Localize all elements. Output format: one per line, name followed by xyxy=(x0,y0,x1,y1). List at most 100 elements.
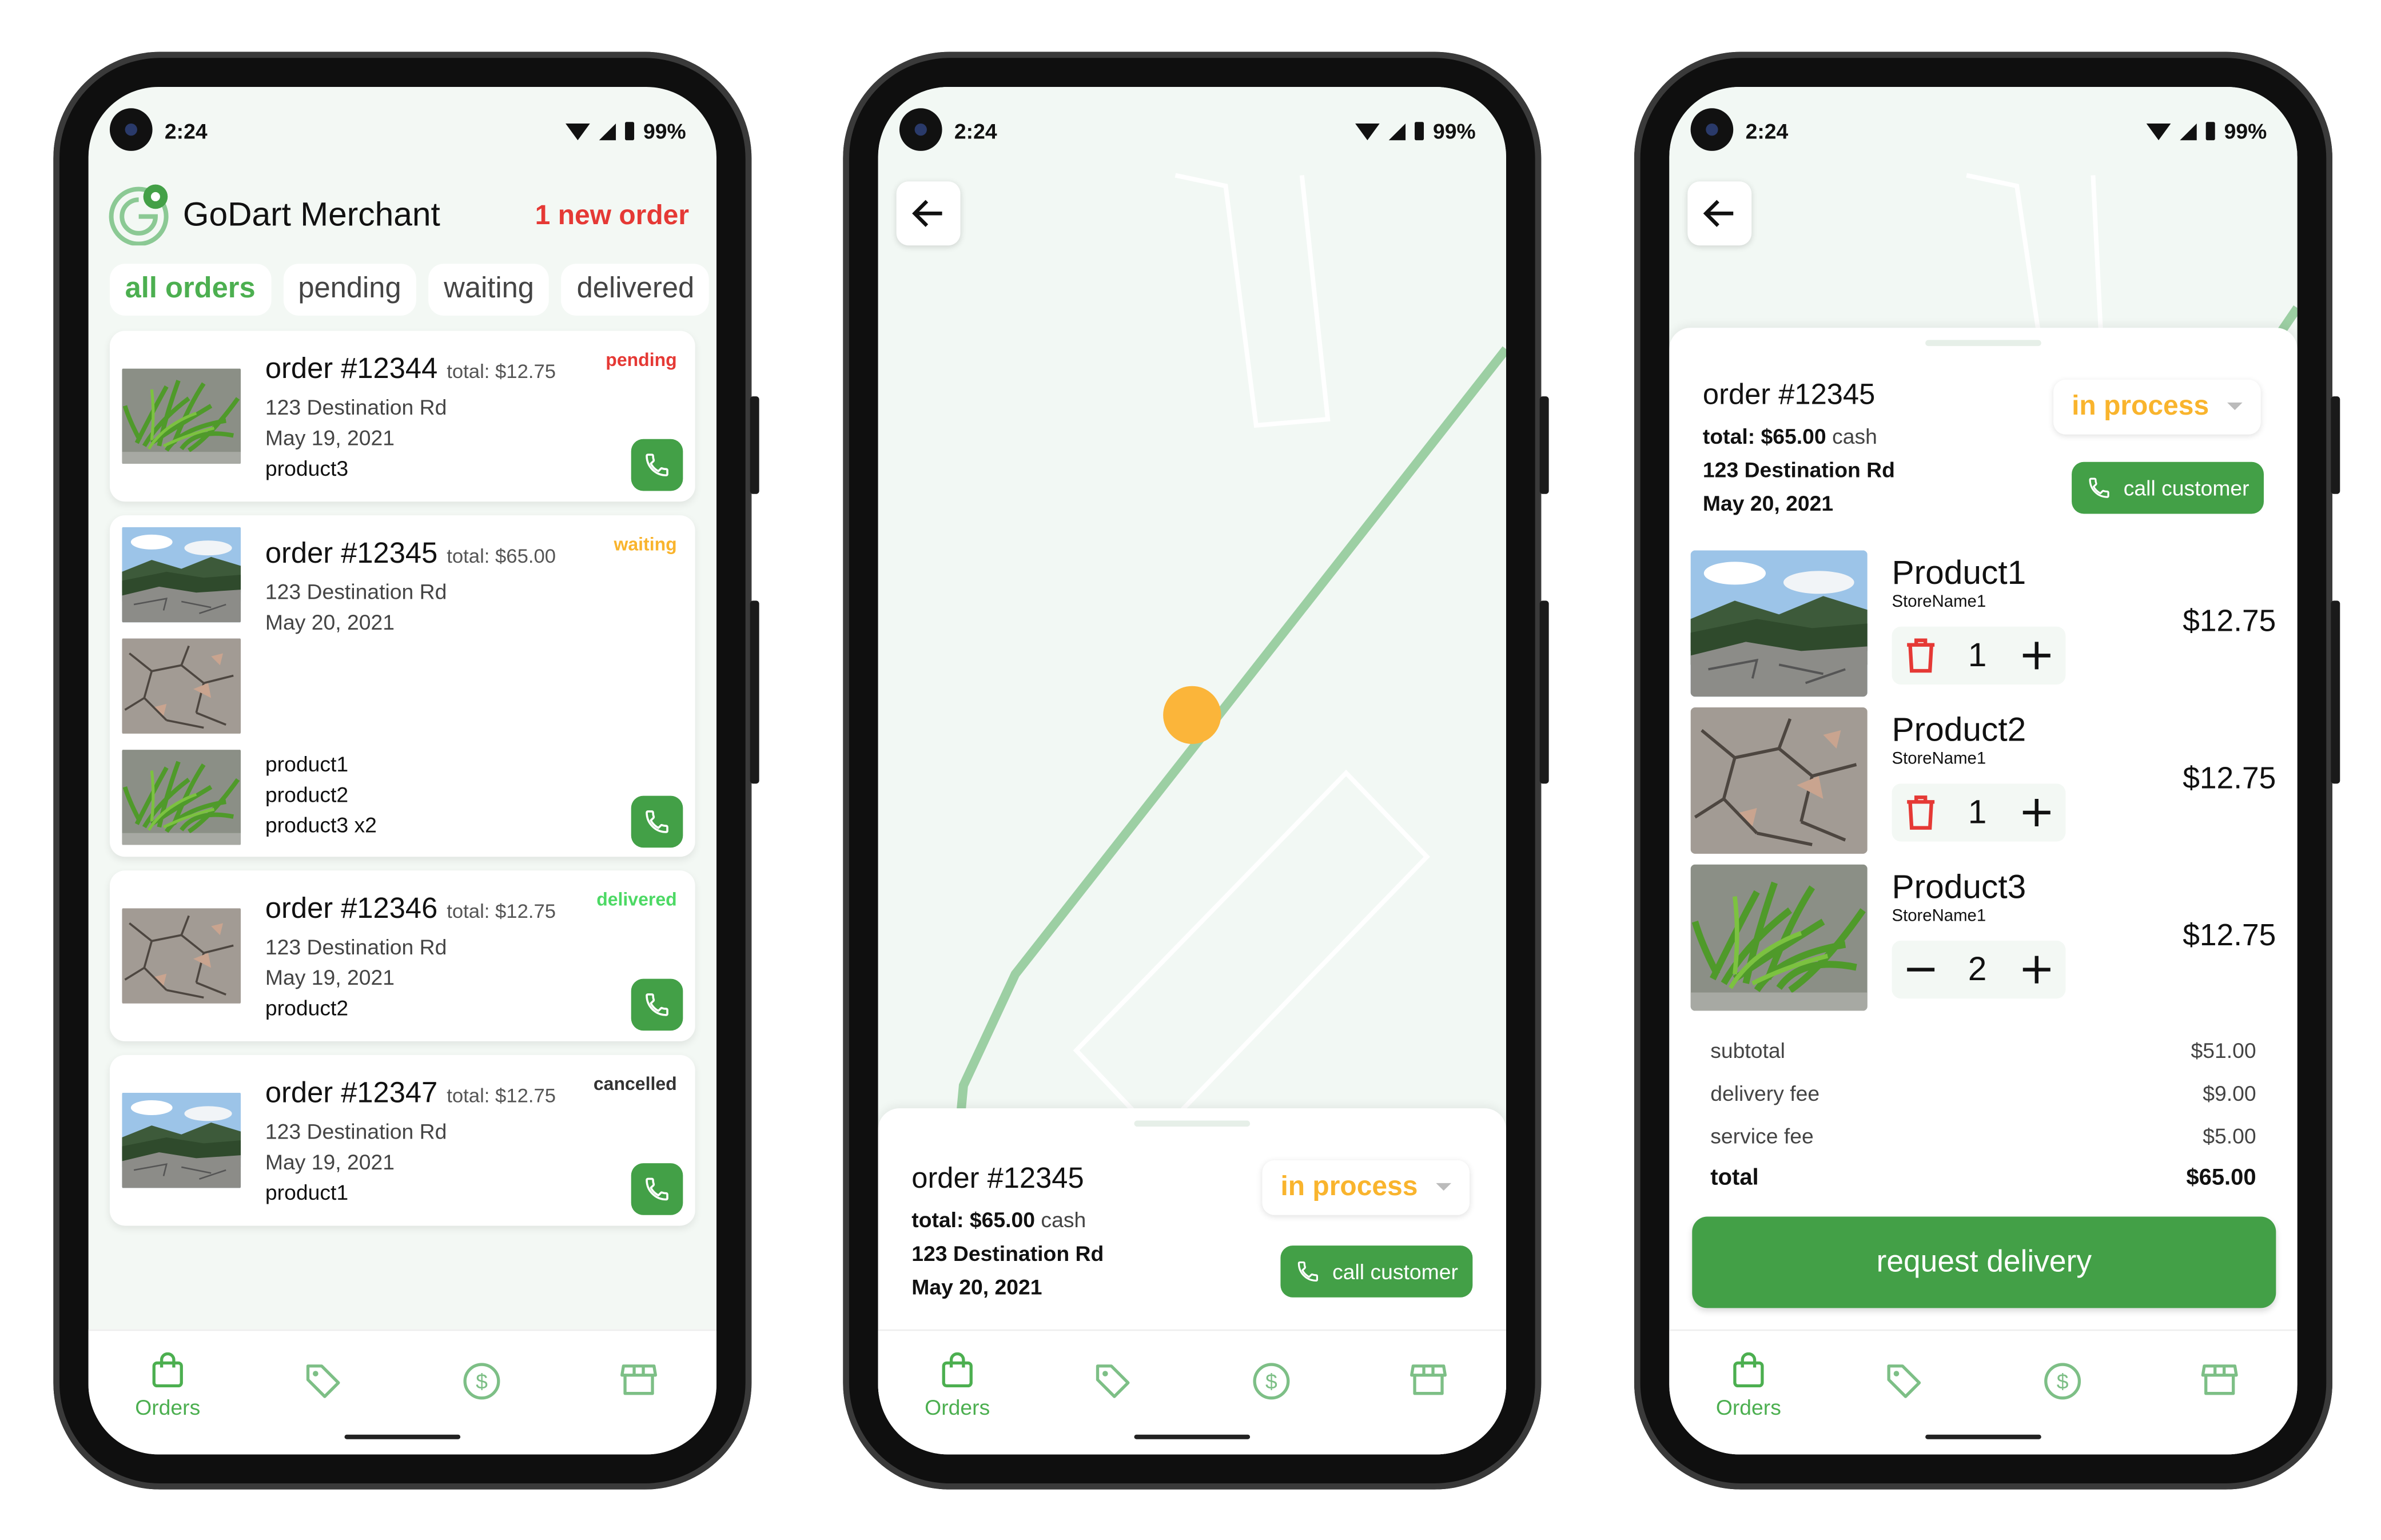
order-address: 123 Destination Rd xyxy=(1702,457,1895,482)
product-price: $12.75 xyxy=(2183,605,2276,639)
product-name: Product1 xyxy=(1892,553,2026,592)
order-card[interactable]: order #12345 total: $65.00 waiting 123 De… xyxy=(109,515,695,857)
sheet-handle[interactable] xyxy=(1925,340,2041,347)
home-indicator[interactable] xyxy=(1925,1434,2041,1439)
product-image xyxy=(122,368,241,465)
order-product: product3 x2 xyxy=(265,812,377,837)
bag-icon xyxy=(1733,1352,1764,1388)
nav-store[interactable] xyxy=(2174,1362,2265,1404)
store-name: StoreName1 xyxy=(1892,907,1986,926)
camera-icon xyxy=(899,108,942,151)
wifi-icon xyxy=(2146,122,2171,140)
order-address: 123 Destination Rd xyxy=(265,1119,447,1144)
new-order-alert[interactable]: 1 new order xyxy=(535,200,689,232)
status-time: 2:24 xyxy=(954,118,997,144)
total-value: $65.00 xyxy=(2186,1164,2256,1191)
signal-icon xyxy=(1388,122,1405,140)
product-image xyxy=(122,907,241,1005)
order-number: order #12345 total: $65.00 xyxy=(265,538,556,571)
order-product: product2 xyxy=(265,782,349,807)
service-fee-row: service fee $5.00 xyxy=(1710,1124,2256,1148)
call-button[interactable] xyxy=(631,439,683,491)
plus-icon[interactable] xyxy=(2020,796,2053,830)
status-select[interactable]: in process xyxy=(2053,379,2261,435)
payment-method: cash xyxy=(1041,1207,1086,1232)
order-card[interactable]: order #12344 total: $12.75 pending 123 De… xyxy=(109,331,695,502)
nav-products[interactable] xyxy=(1858,1362,1950,1407)
sheet-handle[interactable] xyxy=(1134,1120,1251,1127)
order-number: order #12346 total: $12.75 xyxy=(265,893,556,926)
nav-orders[interactable]: Orders xyxy=(1703,1352,1794,1419)
order-date: May 20, 2021 xyxy=(1702,491,1834,516)
order-date: May 19, 2021 xyxy=(265,425,395,450)
back-button[interactable] xyxy=(1687,181,1752,246)
phone-icon xyxy=(1296,1259,1320,1284)
call-customer-label: call customer xyxy=(1332,1259,1458,1284)
trash-icon[interactable] xyxy=(1904,794,1938,831)
call-button[interactable] xyxy=(631,795,683,848)
plus-icon[interactable] xyxy=(2020,639,2053,672)
arrow-left-icon xyxy=(1703,200,1734,227)
nav-products[interactable] xyxy=(277,1362,369,1407)
order-product: product1 xyxy=(265,751,349,776)
tag-icon xyxy=(1887,1364,1921,1398)
tab-delivered[interactable]: delivered xyxy=(561,264,710,316)
order-card[interactable]: order #12347 total: $12.75 cancelled 123 … xyxy=(109,1054,695,1226)
order-date: May 20, 2021 xyxy=(265,610,395,635)
trash-icon[interactable] xyxy=(1904,637,1938,674)
quantity-value: 1 xyxy=(1968,793,1987,831)
nav-orders[interactable]: Orders xyxy=(911,1352,1003,1419)
tab-pending[interactable]: pending xyxy=(282,264,417,316)
order-address: 123 Destination Rd xyxy=(265,395,447,420)
call-button[interactable] xyxy=(631,978,683,1031)
tab-all-orders[interactable]: all orders xyxy=(109,264,271,316)
battery-icon xyxy=(624,122,634,141)
phone-frame-map: 2:24 99% order #12345 total: $65.00 cash… xyxy=(843,51,1549,1490)
nav-orders-label: Orders xyxy=(1715,1395,1781,1420)
tab-waiting[interactable]: waiting xyxy=(428,264,550,316)
subtotal-value: $51.00 xyxy=(2191,1038,2256,1063)
call-customer-button[interactable]: call customer xyxy=(1280,1245,1473,1298)
bottom-nav: Orders $ xyxy=(878,1329,1507,1455)
status-select[interactable]: in process xyxy=(1262,1160,1470,1215)
back-button[interactable] xyxy=(896,181,961,246)
order-number: order #12347 total: $12.75 xyxy=(265,1077,556,1110)
phone-icon xyxy=(2087,476,2112,500)
bottom-nav: Orders $ xyxy=(1669,1329,2298,1455)
store-name: StoreName1 xyxy=(1892,750,1986,769)
call-button[interactable] xyxy=(631,1163,683,1215)
nav-store[interactable] xyxy=(593,1362,684,1404)
product-image xyxy=(122,526,241,624)
minus-icon[interactable] xyxy=(1904,953,1938,986)
product-name: Product2 xyxy=(1892,710,2026,749)
nav-orders[interactable]: Orders xyxy=(122,1352,213,1419)
nav-products[interactable] xyxy=(1067,1362,1158,1407)
arrow-left-icon xyxy=(912,200,942,227)
product-image xyxy=(1691,550,1868,697)
nav-earnings[interactable]: $ xyxy=(1225,1362,1317,1407)
map-screen: 2:24 99% order #12345 total: $65.00 cash… xyxy=(878,86,1507,1455)
plus-icon[interactable] xyxy=(2020,953,2053,986)
bottom-nav: Orders $ xyxy=(88,1329,717,1455)
caret-down-icon xyxy=(1436,1183,1452,1191)
nav-store[interactable] xyxy=(1383,1362,1474,1404)
order-number: order #12345 xyxy=(1702,379,1876,412)
quantity-value: 2 xyxy=(1968,949,1987,988)
quantity-stepper: 1 xyxy=(1892,783,2066,842)
quantity-stepper: 2 xyxy=(1892,940,2066,999)
order-date: May 19, 2021 xyxy=(265,965,395,990)
nav-earnings[interactable]: $ xyxy=(2017,1362,2108,1407)
order-date: May 19, 2021 xyxy=(265,1149,395,1174)
order-card[interactable]: order #12346 total: $12.75 delivered 123 … xyxy=(109,870,695,1041)
svg-text:$: $ xyxy=(476,1370,488,1394)
home-indicator[interactable] xyxy=(1134,1434,1251,1439)
order-address: 123 Destination Rd xyxy=(265,579,447,604)
call-customer-button[interactable]: call customer xyxy=(2072,461,2264,514)
order-detail-screen: 2:24 99% order #12345 total: $65.00 cash… xyxy=(1669,86,2298,1455)
home-indicator[interactable] xyxy=(344,1434,461,1439)
status-badge: pending xyxy=(606,349,677,371)
product-image xyxy=(122,1092,241,1189)
nav-earnings[interactable]: $ xyxy=(436,1362,527,1407)
orders-screen: 2:24 99% GoDart Merchant 1 new order all… xyxy=(88,86,717,1455)
request-delivery-button[interactable]: request delivery xyxy=(1692,1216,2276,1308)
